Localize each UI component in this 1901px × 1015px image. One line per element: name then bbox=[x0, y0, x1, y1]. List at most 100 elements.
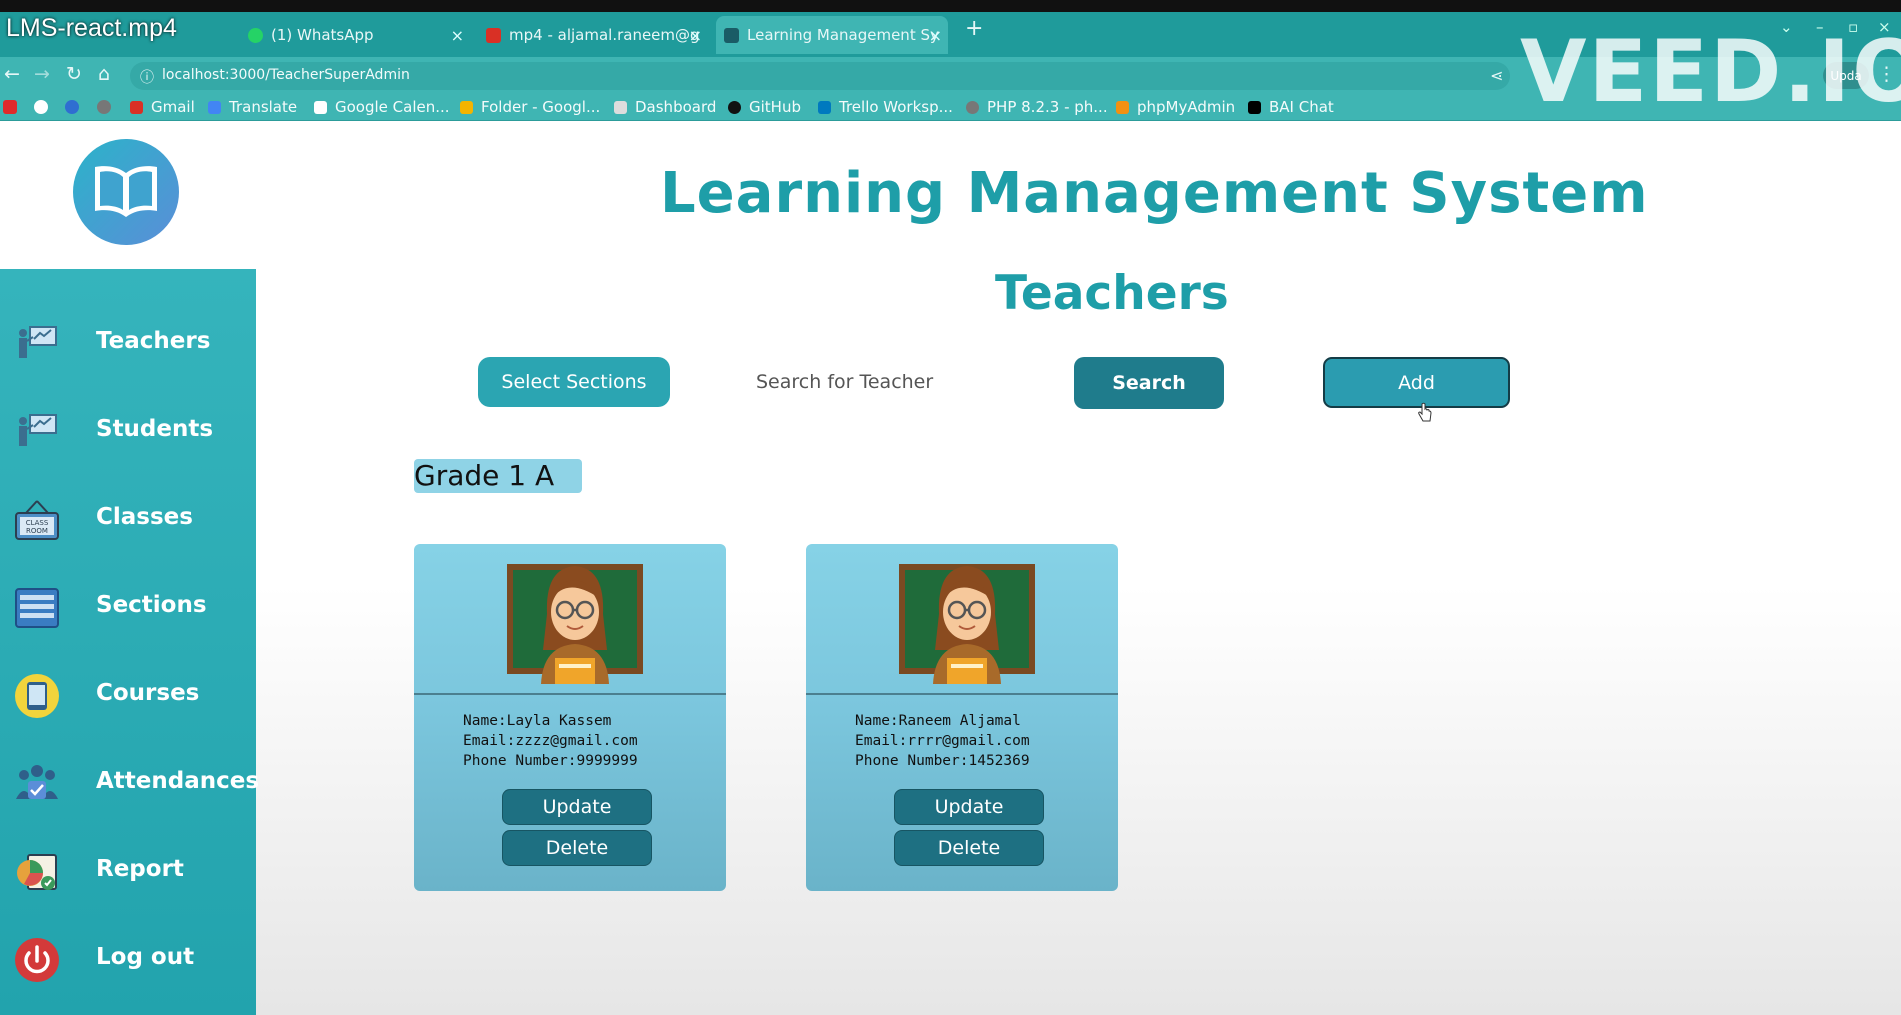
update-button[interactable]: Update bbox=[502, 789, 652, 825]
bookmark-phpmyadmin[interactable]: phpMyAdmin bbox=[1116, 98, 1235, 116]
sidebar-item-students[interactable]: Students bbox=[0, 401, 256, 461]
new-tab-icon[interactable]: + bbox=[965, 16, 983, 41]
bookmark-label: PHP 8.2.3 - ph... bbox=[987, 98, 1108, 116]
tab-whatsapp[interactable]: (1) WhatsApp × bbox=[240, 16, 470, 54]
sidebar: Teachers Students CLASS ROOM Classes Sec… bbox=[0, 269, 260, 1015]
bookmark-php[interactable]: PHP 8.2.3 - ph... bbox=[966, 98, 1108, 116]
teacher-card: Name:Raneem Aljamal Email:rrrr@gmail.com… bbox=[806, 544, 1118, 891]
veed-watermark: VEED.IO bbox=[1520, 22, 1901, 122]
lms-page: Learning Management System Teachers Teac… bbox=[0, 121, 1901, 1015]
bookmark-bai-chat[interactable]: BAI Chat bbox=[1248, 98, 1334, 116]
update-button[interactable]: Update bbox=[894, 789, 1044, 825]
github-icon bbox=[728, 100, 741, 114]
bookmark-label: Translate bbox=[229, 98, 298, 116]
trello-icon bbox=[818, 100, 831, 114]
calendar-icon bbox=[314, 100, 327, 114]
sidebar-item-teachers[interactable]: Teachers bbox=[0, 313, 256, 373]
teacher-avatar-icon bbox=[899, 564, 1035, 684]
teacher-email: Email:zzzz@gmail.com bbox=[463, 733, 638, 749]
reload-icon[interactable]: ↻ bbox=[66, 63, 82, 85]
close-icon[interactable]: × bbox=[689, 26, 702, 45]
sidebar-item-logout[interactable]: Log out bbox=[0, 929, 256, 989]
sidebar-item-label: Report bbox=[96, 856, 184, 882]
gmail-icon bbox=[130, 100, 143, 114]
sidebar-item-sections[interactable]: Sections bbox=[0, 577, 256, 637]
home-icon[interactable]: ⌂ bbox=[98, 63, 110, 85]
delete-button[interactable]: Delete bbox=[894, 830, 1044, 866]
document-icon bbox=[614, 100, 627, 114]
bookmark-label: phpMyAdmin bbox=[1137, 98, 1236, 116]
teacher-board-icon bbox=[19, 414, 57, 446]
open-book-icon bbox=[95, 166, 157, 217]
sidebar-item-courses[interactable]: Courses bbox=[0, 665, 256, 725]
sidebar-item-report[interactable]: Report bbox=[0, 841, 256, 901]
video-title: LMS-react.mp4 bbox=[6, 14, 177, 42]
sidebar-item-attendances[interactable]: Attendances bbox=[0, 753, 260, 813]
google-icon[interactable] bbox=[34, 100, 48, 114]
bookmark-label: Google Calen... bbox=[335, 98, 450, 116]
sidebar-item-classes[interactable]: CLASS ROOM Classes bbox=[0, 489, 256, 549]
globe-icon bbox=[966, 100, 979, 114]
svg-text:ROOM: ROOM bbox=[26, 527, 48, 535]
download-icon[interactable] bbox=[65, 100, 79, 114]
list-icon bbox=[15, 588, 59, 628]
bookmark-translate[interactable]: Translate bbox=[208, 98, 297, 116]
people-check-icon bbox=[16, 765, 58, 799]
power-icon bbox=[15, 938, 59, 982]
sidebar-item-label: Students bbox=[96, 416, 214, 442]
sidebar-item-label: Courses bbox=[96, 680, 200, 706]
drive-icon bbox=[460, 100, 473, 114]
search-input[interactable] bbox=[756, 359, 1016, 405]
report-chart-icon bbox=[17, 854, 57, 890]
url-field[interactable]: ⓘ localhost:3000/TeacherSuperAdmin bbox=[130, 62, 1510, 90]
youtube-icon[interactable] bbox=[3, 100, 17, 114]
bookmark-github[interactable]: GitHub bbox=[728, 98, 801, 116]
globe-icon[interactable] bbox=[97, 100, 111, 114]
url-text: localhost:3000/TeacherSuperAdmin bbox=[162, 67, 410, 83]
close-icon[interactable]: × bbox=[451, 26, 464, 45]
sidebar-item-label: Sections bbox=[96, 592, 207, 618]
tab-label: mp4 - aljamal.raneem@g bbox=[509, 26, 700, 44]
bookmark-label: BAI Chat bbox=[1269, 98, 1334, 116]
bookmark-label: Trello Worksp... bbox=[839, 98, 953, 116]
bookmark-dashboard[interactable]: Dashboard bbox=[614, 98, 716, 116]
back-icon[interactable]: ← bbox=[4, 63, 20, 85]
classroom-sign-icon: CLASS ROOM bbox=[15, 500, 59, 540]
svg-text:CLASS: CLASS bbox=[26, 519, 49, 527]
bookmark-label: Gmail bbox=[151, 98, 195, 116]
app-title: Learning Management System bbox=[660, 161, 1649, 226]
tab-label: (1) WhatsApp bbox=[271, 26, 374, 44]
teacher-avatar-icon bbox=[507, 564, 643, 684]
video-top-bar bbox=[0, 0, 1901, 12]
bookmark-drive-folder[interactable]: Folder - Googl... bbox=[460, 98, 600, 116]
card-divider bbox=[414, 693, 726, 695]
search-button[interactable]: Search bbox=[1074, 357, 1224, 409]
sidebar-item-label: Attendances bbox=[96, 768, 260, 794]
bai-icon bbox=[1248, 100, 1261, 114]
sidebar-item-label: Log out bbox=[96, 944, 195, 970]
delete-button[interactable]: Delete bbox=[502, 830, 652, 866]
bookmark-label: GitHub bbox=[749, 98, 801, 116]
tab-label: Learning Management Sy bbox=[747, 26, 939, 44]
bookmark-google-calendar[interactable]: Google Calen... bbox=[314, 98, 450, 116]
phpmyadmin-icon bbox=[1116, 100, 1129, 114]
bookmark-gmail[interactable]: Gmail bbox=[130, 98, 195, 116]
teacher-name: Name:Layla Kassem bbox=[463, 713, 612, 729]
add-button[interactable]: Add bbox=[1323, 357, 1510, 408]
teacher-phone: Phone Number:9999999 bbox=[463, 753, 638, 769]
gmail-icon bbox=[486, 27, 501, 43]
forward-icon[interactable]: → bbox=[34, 63, 50, 85]
tab-lms[interactable]: Learning Management Sy × bbox=[716, 16, 948, 54]
bookmark-trello[interactable]: Trello Worksp... bbox=[818, 98, 953, 116]
teacher-name: Name:Raneem Aljamal bbox=[855, 713, 1021, 729]
bookmark-label: Dashboard bbox=[635, 98, 717, 116]
app-logo[interactable] bbox=[73, 139, 179, 245]
close-icon[interactable]: × bbox=[929, 26, 942, 45]
sidebar-item-label: Classes bbox=[96, 504, 193, 530]
tab-gmail[interactable]: mp4 - aljamal.raneem@g × bbox=[478, 16, 708, 54]
share-icon[interactable]: ⋖ bbox=[1490, 66, 1503, 85]
tablet-icon bbox=[15, 674, 59, 718]
select-sections-button[interactable]: Select Sections bbox=[478, 357, 670, 407]
bookmark-label: Folder - Googl... bbox=[481, 98, 601, 116]
whatsapp-icon bbox=[248, 27, 263, 43]
